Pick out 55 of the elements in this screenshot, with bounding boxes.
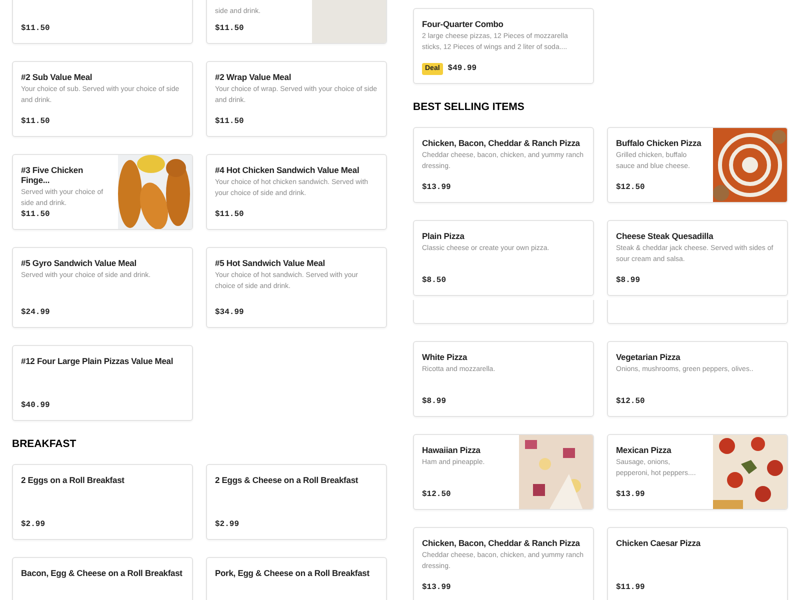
item-price: $13.99 <box>422 182 451 194</box>
item-title: #2 Sub Value Meal <box>21 72 94 82</box>
menu-item-card[interactable]: $11.50 <box>12 0 193 44</box>
item-price: $11.50 <box>215 23 244 35</box>
item-title: Chicken, Bacon, Cheddar & Ranch Pizza <box>422 538 581 548</box>
item-title: 2 Eggs on a Roll Breakfast <box>21 475 126 486</box>
menu-item-card[interactable]: $34.99 <box>206 300 387 328</box>
item-price: $11.50 <box>21 209 50 222</box>
item-title: Chicken, Bacon, Cheddar & Ranch Pizza <box>422 138 581 148</box>
menu-item-card[interactable]: #12 Four Large Plain Pizzas Value Meal $40.99 <box>12 345 193 421</box>
item-price: $13.99 <box>422 582 451 594</box>
item-price: $11.50 <box>215 116 244 128</box>
menu-item-card[interactable]: Chicken Caesar Pizza $11.99 <box>607 527 788 600</box>
item-title: #5 Gyro Sandwich Value Meal <box>21 258 138 268</box>
item-title: 2 Eggs & Cheese on a Roll Breakfast <box>215 475 360 486</box>
item-title: White Pizza <box>422 352 468 362</box>
item-price: $12.50 <box>616 396 645 408</box>
item-title: Chicken Caesar Pizza <box>616 538 702 548</box>
item-title: Four-Quarter Combo <box>422 19 504 30</box>
menu-item-card[interactable]: Bacon, Egg & Cheese on a Roll Breakfast <box>12 557 193 600</box>
item-price: $8.99 <box>422 396 446 408</box>
section-heading: BREAKFAST <box>12 438 78 450</box>
menu-item-card[interactable]: 2 Eggs & Cheese on a Roll Breakfast $2.99 <box>206 464 387 540</box>
item-title: #3 Five Chicken Finge... <box>21 165 84 186</box>
item-price: $49.99 <box>448 62 477 75</box>
item-title: #5 Hot Sandwich Value Meal <box>215 258 326 268</box>
item-price: $40.99 <box>21 400 50 412</box>
item-title: #12 Four Large Plain Pizzas Value Meal <box>21 356 174 366</box>
item-title: Pork, Egg & Cheese on a Roll Breakfast <box>215 568 370 578</box>
item-price: $11.50 <box>21 23 50 35</box>
item-price: $11.50 <box>215 209 244 221</box>
item-price: $13.99 <box>616 489 645 501</box>
item-price: $2.99 <box>21 519 46 531</box>
item-title: #4 Hot Chicken Sandwich Value Meal <box>215 165 360 176</box>
item-price: $8.99 <box>616 275 640 287</box>
item-title: Plain Pizza <box>422 231 466 242</box>
item-price: $11.50 <box>21 116 50 128</box>
item-title: Cheese Steak Quesadilla <box>616 231 714 242</box>
item-price: $12.50 <box>422 489 451 501</box>
item-title: Buffalo Chicken Pizza <box>616 138 702 148</box>
item-price: $8.50 <box>422 275 446 287</box>
item-price: $34.99 <box>215 307 244 319</box>
item-price: $2.99 <box>215 519 240 531</box>
menu-item-card[interactable]: $24.99 <box>12 300 193 328</box>
section-heading: BEST SELLING ITEMS <box>413 101 526 113</box>
menu-item-card[interactable]: Pork, Egg & Cheese on a Roll Breakfast <box>206 557 387 600</box>
item-title: Mexican Pizza <box>616 445 672 456</box>
menu-item-card[interactable]: 2 Eggs on a Roll Breakfast $2.99 <box>12 464 193 540</box>
item-price: $11.99 <box>616 582 645 594</box>
item-price: $24.99 <box>21 307 50 319</box>
item-title: Vegetarian Pizza <box>616 352 682 362</box>
item-title: Hawaiian Pizza <box>422 445 482 456</box>
item-title: #2 Wrap Value Meal <box>215 72 292 82</box>
item-title: Bacon, Egg & Cheese on a Roll Breakfast <box>21 568 184 578</box>
item-price: $12.50 <box>616 182 645 194</box>
